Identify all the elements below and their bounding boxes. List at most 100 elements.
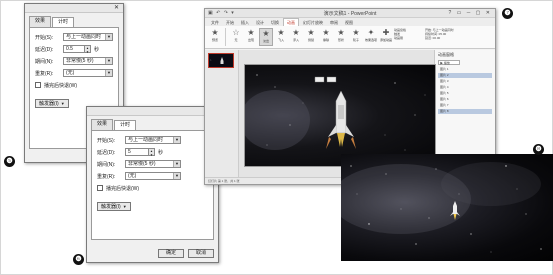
tab-design[interactable]: 设计 bbox=[253, 19, 267, 26]
animation-painter-button[interactable]: 动画刷 bbox=[394, 36, 424, 40]
tab-home[interactable]: 开始 bbox=[223, 19, 237, 26]
anim-float-in-button[interactable]: ★ 浮入 bbox=[289, 28, 303, 46]
start-select[interactable]: 与上一动画同时 ▼ bbox=[63, 33, 113, 41]
timing-panel: 开始(S): 与上一动画同时 ▼ 延迟(D): 5 ▲ ▼ 秒 期间(N): 非常慢… bbox=[91, 130, 214, 240]
star-icon: ★ bbox=[307, 28, 315, 37]
chevron-down-icon: ▼ bbox=[122, 204, 127, 209]
tab-animations[interactable]: 动画 bbox=[283, 18, 299, 26]
animation-item[interactable]: 图片 5 bbox=[438, 91, 492, 96]
trigger-label: 触发器(I) bbox=[39, 101, 59, 107]
tab-review[interactable]: 审阅 bbox=[327, 19, 341, 26]
star-icon: ★ bbox=[292, 28, 300, 37]
slide-thumbnails: 1 bbox=[205, 50, 239, 177]
rewind-checkbox[interactable] bbox=[97, 185, 103, 191]
play-button[interactable]: ▶ 播放 bbox=[438, 60, 460, 65]
tab-insert[interactable]: 插入 bbox=[238, 19, 252, 26]
timing-delay[interactable]: 延迟: 00.00 bbox=[425, 36, 463, 40]
animation-item[interactable]: 图片 1 bbox=[438, 67, 492, 72]
delay-label: 延迟(D): bbox=[35, 46, 54, 53]
anim-none-label: 无 bbox=[234, 38, 238, 42]
rewind-row: 播完后快退(W) bbox=[35, 80, 113, 90]
repeat-label: 重复(R): bbox=[97, 173, 116, 180]
animation-item[interactable]: 图片 8 bbox=[438, 109, 492, 114]
anim-shape-button[interactable]: ★ 形状 bbox=[334, 28, 348, 46]
add-animation-label: 添加动画 bbox=[379, 38, 392, 42]
tab-effect[interactable]: 效果 bbox=[29, 16, 52, 27]
tab-effect[interactable]: 效果 bbox=[91, 119, 114, 130]
delay-input[interactable]: 5 bbox=[125, 148, 149, 156]
star-icon: ★ bbox=[262, 29, 270, 38]
anim-fade-label: 淡出 bbox=[262, 39, 269, 43]
tab-file[interactable]: 文件 bbox=[208, 19, 222, 26]
step-badge-6: ❻ bbox=[73, 254, 84, 265]
ribbon-divider bbox=[225, 28, 226, 46]
animation-item[interactable]: 图片 7 bbox=[438, 103, 492, 108]
rewind-checkbox[interactable] bbox=[35, 82, 41, 88]
repeat-select[interactable]: (无) ▼ bbox=[125, 172, 181, 180]
ribbon-tabs: 文件 开始 插入 设计 切换 动画 幻灯片放映 审阅 视图 bbox=[205, 18, 495, 26]
step-badge-7: ❼ bbox=[502, 8, 513, 19]
chevron-down-icon: ▼ bbox=[105, 70, 112, 76]
star-icon: ★ bbox=[322, 28, 330, 37]
animation-item[interactable]: 图片 6 bbox=[438, 97, 492, 102]
preview-button[interactable]: ★ 预览 bbox=[208, 28, 222, 46]
anim-wheel-button[interactable]: ★ 轮子 bbox=[349, 28, 363, 46]
anim-appear-label: 出现 bbox=[247, 38, 254, 42]
delay-spinner[interactable]: ▲ ▼ bbox=[85, 45, 91, 54]
anim-fly-in-label: 飞入 bbox=[277, 38, 284, 42]
anim-none-button[interactable]: ☆ 无 bbox=[229, 28, 243, 46]
delay-row: 延迟(D): 5 ▲ ▼ 秒 bbox=[97, 147, 208, 157]
cancel-button[interactable]: 取消 bbox=[187, 249, 214, 258]
dialog-footer: 确定 取消 bbox=[157, 249, 214, 258]
tab-slideshow[interactable]: 幻灯片放映 bbox=[300, 19, 326, 26]
step-badge-5: ❺ bbox=[4, 156, 15, 167]
trigger-label: 触发器(I) bbox=[101, 204, 121, 210]
anim-split-button[interactable]: ★ 劈裂 bbox=[304, 28, 318, 46]
dialog-titlebar: ✕ bbox=[25, 4, 123, 13]
trigger-button[interactable]: 触发器(I) ▼ bbox=[35, 99, 69, 108]
dialog-titlebar: ✕ bbox=[87, 107, 218, 116]
animation-item[interactable]: 图片 2 bbox=[438, 73, 492, 78]
slide-canvas[interactable] bbox=[244, 64, 436, 167]
duration-label: 期间(N): bbox=[35, 58, 54, 65]
animation-item[interactable]: 图片 3 bbox=[438, 79, 492, 84]
rocket-launch-image bbox=[245, 74, 426, 161]
duration-select[interactable]: 非常慢(5 秒) ▼ bbox=[125, 160, 181, 168]
add-animation-button[interactable]: ✚ 添加动画 bbox=[379, 28, 393, 46]
anim-fade-button[interactable]: ★ 淡出 bbox=[259, 28, 273, 46]
duration-row: 期间(N): 非常慢(5 秒) ▼ bbox=[97, 159, 208, 169]
delay-unit: 秒 bbox=[158, 149, 164, 156]
dialog-tabs: 效果 计时 bbox=[87, 116, 218, 131]
anim-appear-button[interactable]: ★ 出现 bbox=[244, 28, 258, 46]
delay-unit: 秒 bbox=[94, 46, 100, 53]
duration-select[interactable]: 非常慢(5 秒) ▼ bbox=[63, 57, 113, 65]
tab-transitions[interactable]: 切换 bbox=[268, 19, 282, 26]
chevron-down-icon: ▼ bbox=[105, 58, 112, 64]
animation-item[interactable]: 图片 4 bbox=[438, 85, 492, 90]
start-value: 与上一动画同时 bbox=[128, 137, 164, 143]
window-controls[interactable]: ? ▭ ─ ▢ ✕ bbox=[448, 10, 492, 16]
tab-view[interactable]: 视图 bbox=[342, 19, 356, 26]
delay-input[interactable]: 0.5 bbox=[63, 45, 85, 53]
start-select[interactable]: 与上一动画同时 ▼ bbox=[125, 136, 181, 144]
anim-wipe-button[interactable]: ★ 擦除 bbox=[319, 28, 333, 46]
anim-fly-in-button[interactable]: ★ 飞入 bbox=[274, 28, 288, 46]
dialog-tabs: 效果 计时 bbox=[25, 13, 123, 28]
trigger-button[interactable]: 触发器(I) ▼ bbox=[97, 202, 131, 211]
starfield-image bbox=[341, 162, 542, 253]
close-icon[interactable]: ✕ bbox=[112, 5, 121, 12]
start-label: 开始(S): bbox=[97, 137, 116, 144]
star-icon: ★ bbox=[211, 28, 219, 37]
step-badge-8: ❽ bbox=[533, 144, 544, 155]
delay-spinner[interactable]: ▲ ▼ bbox=[149, 148, 155, 157]
preview-label: 预览 bbox=[211, 38, 218, 42]
ok-button[interactable]: 确定 bbox=[157, 249, 184, 258]
effect-options-button[interactable]: ✦ 效果选项 bbox=[364, 28, 378, 46]
duration-row: 期间(N): 非常慢(5 秒) ▼ bbox=[35, 56, 113, 66]
repeat-row: 重复(R): (无) ▼ bbox=[35, 68, 113, 78]
slide-thumbnail[interactable]: 1 bbox=[208, 53, 234, 68]
rewind-label: 播完后快退(W) bbox=[106, 185, 140, 192]
chevron-down-icon: ▼ bbox=[173, 137, 180, 143]
repeat-select[interactable]: (无) ▼ bbox=[63, 69, 113, 77]
window-titlebar: ▣ ↶ ↷ ▾ 演示文稿1 - PowerPoint ? ▭ ─ ▢ ✕ bbox=[205, 9, 495, 18]
